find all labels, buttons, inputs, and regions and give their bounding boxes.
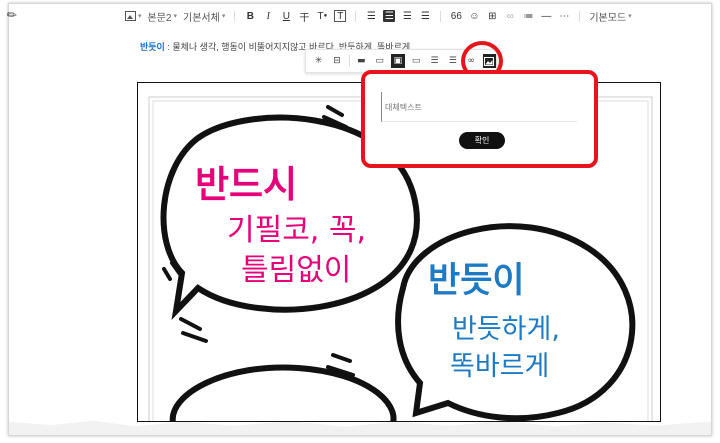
- wrap-right-icon[interactable]: ☰: [446, 54, 459, 68]
- text-background-label: T: [337, 10, 344, 22]
- divider: [234, 10, 236, 22]
- more-button[interactable]: ⋯: [558, 10, 570, 22]
- link-icon[interactable]: ∞: [504, 10, 516, 22]
- text-background-button[interactable]: T: [334, 10, 347, 22]
- mode-select[interactable]: 기본모드 ▾: [589, 9, 631, 24]
- layout-full-icon[interactable]: ▬: [355, 54, 368, 68]
- underline-button[interactable]: U: [280, 10, 292, 22]
- layout-right-icon[interactable]: ▭: [410, 54, 423, 68]
- alt-text-popup: 확인: [361, 70, 598, 168]
- insert-image-icon[interactable]: ▾: [125, 11, 142, 21]
- font-family-select[interactable]: 기본서체 ▾: [183, 9, 225, 24]
- wrap-left-icon[interactable]: ☰: [428, 54, 441, 68]
- layout-center-icon[interactable]: ▣: [391, 54, 405, 68]
- quote-button[interactable]: 66: [450, 10, 462, 22]
- horizontal-line-icon[interactable]: —: [540, 10, 552, 22]
- confirm-button[interactable]: 확인: [459, 132, 505, 149]
- bubble2-line2: 똑바르게: [450, 351, 550, 382]
- bubble1-line1: 기필코, 꼭,: [227, 213, 367, 248]
- align-justify-icon[interactable]: ☰: [419, 10, 431, 22]
- image-resize-icon[interactable]: ⊟: [330, 54, 343, 68]
- bubble1-line2: 틀림없이: [241, 253, 352, 288]
- bubble2-line1: 반듯하게,: [452, 314, 560, 345]
- divider: [355, 10, 357, 22]
- emoji-icon[interactable]: ☺: [468, 10, 480, 22]
- paragraph-style-select[interactable]: 본문2 ▾: [148, 9, 177, 24]
- editor-toolbar: ▾ 본문2 ▾ 기본서체 ▾ B I U 干 T ● T ☰ ☰ ☰ ☰ 66 ☺ ⊞…: [125, 7, 632, 25]
- align-left-icon[interactable]: ☰: [365, 10, 377, 22]
- strikethrough-button[interactable]: 干: [298, 10, 310, 24]
- bold-button[interactable]: B: [244, 10, 256, 22]
- bubble1-title: 반드시: [195, 163, 298, 206]
- italic-button[interactable]: I: [262, 10, 274, 22]
- layout-left-icon[interactable]: ▭: [373, 54, 386, 68]
- alt-text-input[interactable]: [381, 92, 577, 122]
- text-color-button[interactable]: T ●: [316, 10, 328, 22]
- table-icon[interactable]: ⊞: [486, 10, 498, 22]
- bubble2-title: 반듯이: [428, 261, 525, 301]
- definition-term: 반듯이: [140, 42, 165, 52]
- list-icon[interactable]: ≔: [522, 10, 534, 22]
- align-right-icon[interactable]: ☰: [401, 10, 413, 22]
- divider: [440, 10, 442, 22]
- image-effect-icon[interactable]: ✳: [312, 54, 325, 68]
- divider: [348, 55, 350, 67]
- align-center-icon[interactable]: ☰: [383, 10, 396, 22]
- divider: [579, 10, 581, 22]
